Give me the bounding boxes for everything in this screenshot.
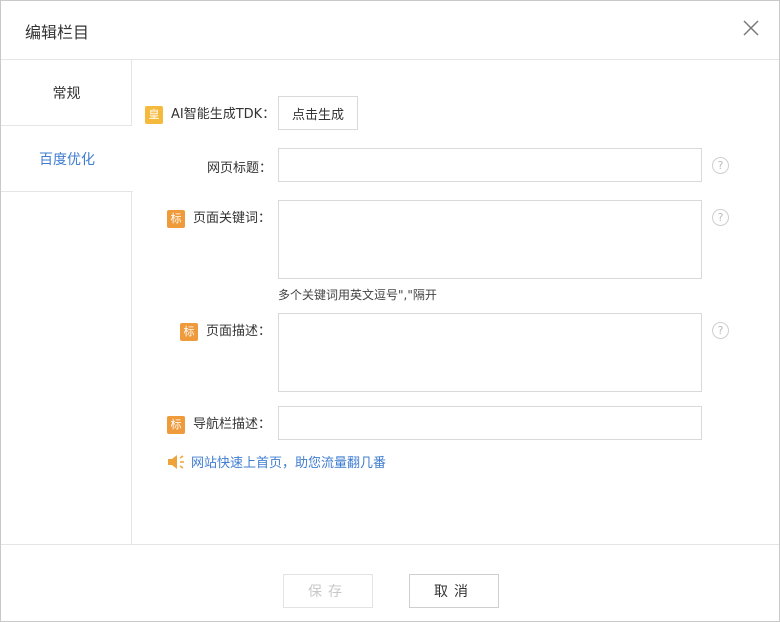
description-help-icon[interactable]: ?: [712, 322, 729, 339]
nav-desc-badge-icon: 标: [167, 415, 185, 434]
save-button[interactable]: 保存: [283, 574, 373, 608]
ai-badge-icon: 皇: [145, 105, 163, 124]
cancel-button[interactable]: 取消: [409, 574, 499, 608]
page-title-input[interactable]: [278, 148, 702, 182]
promo-link[interactable]: 网站快速上首页，助您流量翻几番: [167, 452, 386, 471]
page-title-help-icon[interactable]: ?: [712, 157, 729, 174]
edit-column-dialog: 编辑栏目 常规 百度优化 皇 AI智能生成TDK： 点击生成 网页标题： ? 标页…: [0, 0, 780, 622]
generate-button[interactable]: 点击生成: [278, 96, 358, 130]
nav-desc-row-label: 标导航栏描述：: [167, 413, 271, 434]
nav-desc-input[interactable]: [278, 406, 702, 440]
keywords-label: 页面关键词：: [193, 211, 272, 226]
close-icon[interactable]: [741, 18, 761, 38]
description-textarea[interactable]: [278, 313, 702, 392]
tab-baidu-seo[interactable]: 百度优化: [1, 126, 133, 192]
tab-general[interactable]: 常规: [1, 60, 132, 126]
keywords-row-label: 标页面关键词：: [167, 207, 271, 228]
keywords-badge-icon: 标: [167, 209, 185, 228]
promo-text: 网站快速上首页，助您流量翻几番: [191, 456, 387, 471]
description-badge-icon: 标: [180, 322, 198, 341]
keywords-hint: 多个关键词用英文逗号","隔开: [278, 288, 437, 302]
dialog-header: 编辑栏目: [1, 1, 779, 60]
dialog-footer: 保存 取消: [1, 544, 779, 621]
ai-tdk-row-label: 皇 AI智能生成TDK：: [145, 103, 275, 124]
description-row-label: 标页面描述：: [180, 320, 271, 341]
keywords-textarea[interactable]: [278, 200, 702, 279]
keywords-help-icon[interactable]: ?: [712, 209, 729, 226]
nav-desc-label: 导航栏描述：: [193, 417, 272, 432]
ai-tdk-label: AI智能生成TDK：: [171, 107, 276, 122]
sidebar: 常规 百度优化: [1, 60, 133, 544]
page-title-label: 网页标题：: [207, 161, 273, 176]
dialog-title: 编辑栏目: [25, 23, 90, 42]
description-label: 页面描述：: [206, 324, 272, 339]
speaker-icon: [168, 454, 184, 469]
